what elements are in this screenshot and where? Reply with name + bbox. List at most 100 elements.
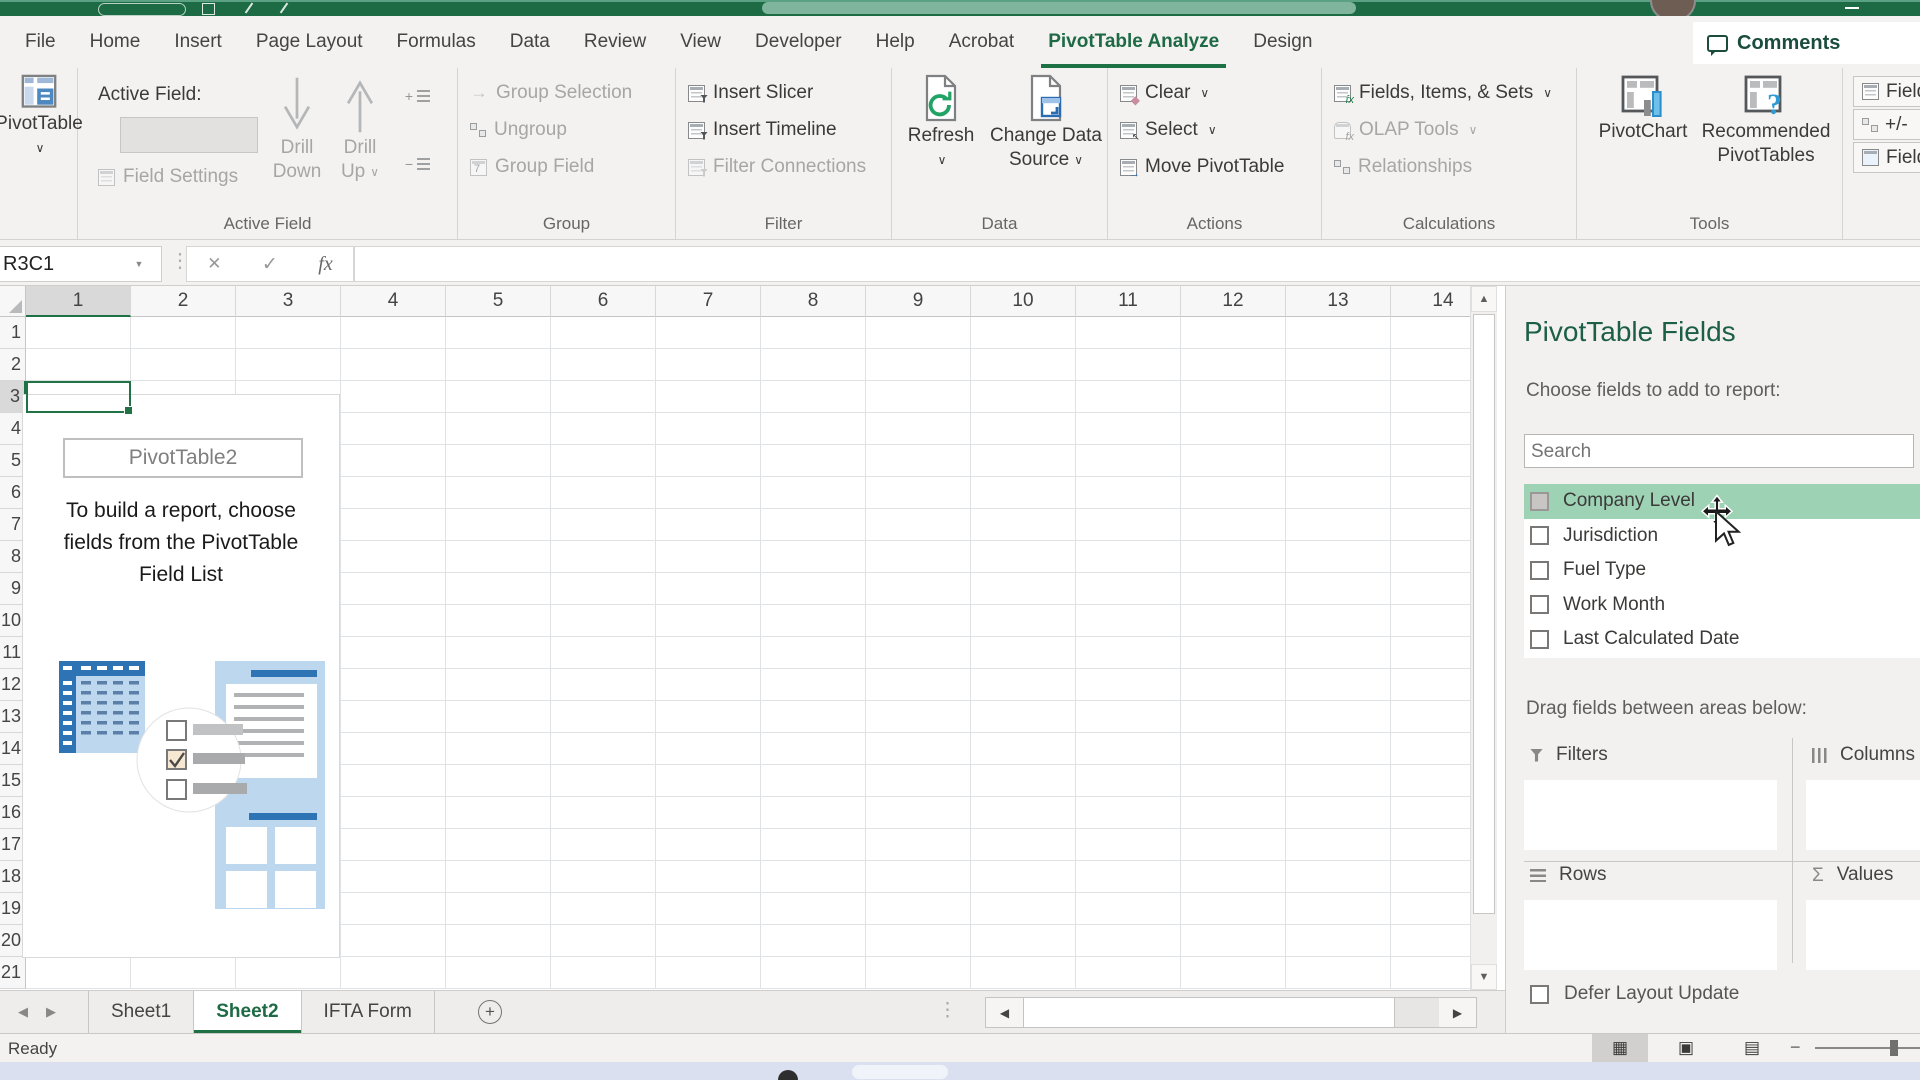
column-header-11[interactable]: 11	[1076, 286, 1181, 317]
olap-tools-button[interactable]: fx OLAP Tools ∨	[1322, 113, 1576, 147]
select-all-corner[interactable]	[0, 286, 26, 317]
tab-help[interactable]: Help	[859, 16, 932, 68]
plus-minus-buttons-button[interactable]: +/-	[1853, 109, 1920, 140]
sheet-tab-sheet1[interactable]: Sheet1	[88, 991, 194, 1033]
insert-slicer-button[interactable]: Insert Slicer	[676, 76, 891, 110]
recommended-pivottables-button[interactable]: ? Recommended PivotTables	[1699, 74, 1833, 168]
tab-splitter-icon[interactable]: ⋮	[938, 999, 957, 1022]
scroll-up-icon[interactable]: ▲	[1471, 286, 1497, 312]
selected-cell[interactable]	[26, 381, 131, 413]
column-header-8[interactable]: 8	[761, 286, 866, 317]
save-icon[interactable]	[202, 3, 215, 15]
tab-design[interactable]: Design	[1236, 16, 1329, 68]
column-header-12[interactable]: 12	[1181, 286, 1286, 317]
autosave-toggle[interactable]	[98, 3, 186, 16]
comments-button[interactable]: Comments	[1693, 22, 1920, 64]
tab-view[interactable]: View	[663, 16, 738, 68]
column-header-13[interactable]: 13	[1286, 286, 1391, 317]
column-header-5[interactable]: 5	[446, 286, 551, 317]
group-field-button[interactable]: 7 Group Field	[458, 150, 675, 184]
undo-icon[interactable]	[245, 3, 254, 14]
defer-checkbox[interactable]	[1530, 985, 1549, 1004]
group-selection-button[interactable]: → Group Selection	[458, 76, 675, 110]
field-settings-button[interactable]: Field Settings	[86, 160, 250, 194]
page-break-view-button[interactable]: ▤	[1724, 1034, 1780, 1062]
tab-formulas[interactable]: Formulas	[380, 16, 493, 68]
column-header-4[interactable]: 4	[341, 286, 446, 317]
vertical-scrollbar[interactable]: ▲ ▼	[1470, 286, 1497, 990]
field-checkbox[interactable]	[1530, 630, 1549, 649]
pivottable-button[interactable]: PivotTable ∨	[0, 74, 78, 160]
scroll-down-icon[interactable]: ▼	[1471, 964, 1497, 990]
tab-data[interactable]: Data	[493, 16, 567, 68]
refresh-button[interactable]: Refresh ∨	[898, 74, 984, 172]
column-header-1[interactable]: 1	[26, 286, 131, 317]
column-header-3[interactable]: 3	[236, 286, 341, 317]
field-checkbox[interactable]	[1530, 526, 1549, 545]
sheet-nav-left-icon[interactable]: ◀	[18, 991, 28, 1033]
row-header-2[interactable]: 2	[0, 349, 26, 381]
area-box-columns[interactable]	[1806, 780, 1920, 850]
name-box-dropdown-icon[interactable]: ▼	[125, 259, 153, 269]
area-box-filters[interactable]	[1524, 780, 1777, 850]
page-layout-view-button[interactable]: ▣	[1658, 1034, 1714, 1062]
formula-input[interactable]	[354, 246, 1920, 282]
collapse-field-button[interactable]: −	[404, 154, 430, 174]
new-sheet-button[interactable]: +	[478, 1000, 502, 1024]
vertical-scroll-thumb[interactable]	[1473, 314, 1495, 914]
insert-timeline-button[interactable]: Insert Timeline	[676, 113, 891, 147]
tab-pivottable-analyze[interactable]: PivotTable Analyze	[1031, 16, 1236, 68]
active-field-input[interactable]	[120, 117, 258, 153]
zoom-out-icon[interactable]: −	[1790, 1037, 1801, 1058]
sheet-tab-ifta-form[interactable]: IFTA Form	[302, 991, 435, 1033]
field-item-last-calculated-date[interactable]: Last Calculated Date	[1524, 622, 1920, 657]
field-checkbox[interactable]	[1530, 595, 1549, 614]
name-box-input[interactable]	[0, 252, 125, 277]
area-box-rows[interactable]	[1524, 900, 1777, 970]
zoom-slider-track[interactable]	[1815, 1047, 1920, 1049]
expand-field-button[interactable]: +	[404, 86, 430, 106]
tab-home[interactable]: Home	[73, 16, 158, 68]
horizontal-scroll-thumb[interactable]	[1023, 998, 1395, 1027]
drill-up-button[interactable]: Drill Up ∨	[330, 74, 390, 184]
relationships-button[interactable]: Relationships	[1322, 150, 1576, 184]
horizontal-scroll-track[interactable]	[1395, 998, 1439, 1027]
tab-acrobat[interactable]: Acrobat	[932, 16, 1031, 68]
field-item-jurisdiction[interactable]: Jurisdiction	[1524, 519, 1920, 554]
confirm-entry-icon[interactable]: ✓	[262, 253, 278, 276]
fields-search-input[interactable]	[1525, 435, 1902, 469]
column-header-6[interactable]: 6	[551, 286, 656, 317]
scroll-right-icon[interactable]: ▶	[1439, 998, 1476, 1027]
cancel-entry-icon[interactable]: ✕	[207, 254, 221, 274]
tab-page-layout[interactable]: Page Layout	[239, 16, 380, 68]
minimize-icon[interactable]	[1845, 7, 1859, 9]
column-header-7[interactable]: 7	[656, 286, 761, 317]
fields-search[interactable]	[1524, 434, 1914, 468]
normal-view-button[interactable]: ▦	[1592, 1034, 1648, 1062]
horizontal-scrollbar[interactable]: ◀ ▶	[985, 997, 1477, 1028]
name-box[interactable]: ▼	[0, 246, 162, 282]
defer-layout-update[interactable]: Defer Layout Update	[1530, 983, 1739, 1005]
field-checkbox[interactable]	[1530, 492, 1549, 511]
sheet-nav-right-icon[interactable]: ▶	[46, 991, 56, 1033]
clear-button[interactable]: ◆ Clear ∨	[1108, 76, 1321, 110]
redo-icon[interactable]	[280, 3, 289, 14]
field-item-company-level[interactable]: Company Level	[1524, 484, 1920, 519]
field-item-fuel-type[interactable]: Fuel Type	[1524, 553, 1920, 588]
pivotchart-button[interactable]: PivotChart	[1587, 74, 1699, 144]
row-header-21[interactable]: 21	[0, 957, 26, 989]
sheet-tab-sheet2[interactable]: Sheet2	[194, 991, 301, 1033]
tab-file[interactable]: File	[8, 16, 73, 68]
field-item-work-month[interactable]: Work Month	[1524, 588, 1920, 623]
column-header-10[interactable]: 10	[971, 286, 1076, 317]
ungroup-button[interactable]: Ungroup	[458, 113, 675, 147]
tab-developer[interactable]: Developer	[738, 16, 859, 68]
column-header-9[interactable]: 9	[866, 286, 971, 317]
insert-function-icon[interactable]: fx	[318, 253, 332, 276]
field-headers-button[interactable]: Field Headers	[1853, 142, 1920, 173]
zoom-slider-thumb[interactable]	[1890, 1040, 1898, 1056]
scroll-left-icon[interactable]: ◀	[986, 998, 1023, 1027]
search-box-titlebar[interactable]	[762, 2, 1356, 14]
filter-connections-button[interactable]: Filter Connections	[676, 150, 891, 184]
field-list-button[interactable]: Field List	[1853, 76, 1920, 107]
